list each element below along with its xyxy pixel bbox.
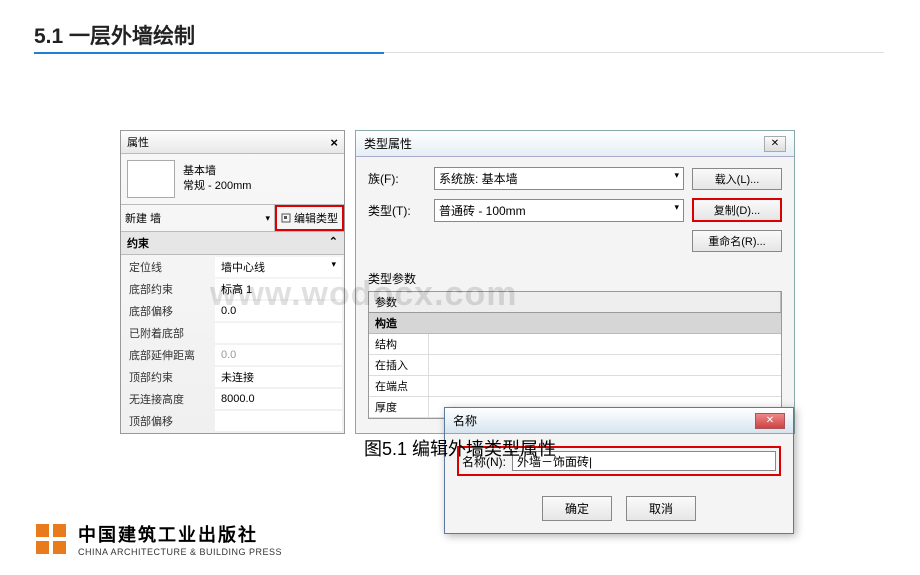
properties-title: 属性: [127, 134, 149, 150]
property-label: 已附着底部: [123, 323, 213, 343]
publisher-logo-icon: [34, 522, 68, 556]
chevron-down-icon: ▾: [331, 259, 336, 275]
property-label: 定位线: [123, 257, 213, 277]
property-label: 无连接高度: [123, 389, 213, 409]
copy-button[interactable]: 复制(D)...: [692, 198, 782, 222]
property-label: 顶部偏移: [123, 411, 213, 431]
param-name: 结构: [369, 334, 429, 354]
property-value[interactable]: 墙中心线▾: [215, 257, 342, 277]
name-dialog: 名称 ✕ 名称(N): 确定 取消: [444, 407, 794, 534]
publisher-footer: 中国建筑工业出版社 CHINA ARCHITECTURE & BUILDING …: [34, 521, 282, 557]
family-label: 族(F):: [368, 170, 426, 187]
edit-type-button[interactable]: 编辑类型: [275, 205, 344, 231]
close-icon[interactable]: ✕: [764, 136, 786, 152]
property-value[interactable]: 8000.0: [215, 389, 342, 409]
param-value[interactable]: [429, 334, 781, 354]
construction-section: 构造: [369, 313, 781, 334]
property-row: 定位线墙中心线▾: [123, 257, 342, 277]
properties-panel: 属性 × 基本墙 常规 - 200mm 新建 墙 ▾ 编辑类型 约束: [120, 130, 345, 434]
grid-row: 在端点: [369, 376, 781, 397]
type-params-grid: 参数 构造 结构在插入在端点厚度 名称 ✕ 名称(N): 确定 取消: [368, 291, 782, 419]
type-thumbnail: [127, 160, 175, 198]
grid-header: 参数: [369, 292, 781, 313]
property-row: 底部偏移0.0: [123, 301, 342, 321]
property-row: 无连接高度8000.0: [123, 389, 342, 409]
type-label: 类型(T):: [368, 202, 426, 219]
chevron-down-icon: ▾: [265, 213, 270, 224]
expand-icon[interactable]: ⌃: [329, 235, 338, 251]
property-value[interactable]: 未连接: [215, 367, 342, 387]
type-dropdown[interactable]: 普通砖 - 100mm▾: [434, 199, 684, 222]
param-value[interactable]: [429, 376, 781, 396]
property-label: 底部约束: [123, 279, 213, 299]
property-row: 顶部约束未连接: [123, 367, 342, 387]
name-dialog-title: 名称: [453, 412, 477, 429]
property-value[interactable]: 0.0: [215, 345, 342, 365]
name-dialog-titlebar: 名称 ✕: [445, 408, 793, 434]
property-label: 底部偏移: [123, 301, 213, 321]
heading-underline: [34, 52, 384, 54]
property-value[interactable]: 标高 1: [215, 279, 342, 299]
section-heading: 5.1 一层外墙绘制: [34, 20, 195, 50]
param-name: 在端点: [369, 376, 429, 396]
type-selector[interactable]: 基本墙 常规 - 200mm: [121, 154, 344, 204]
screenshot-area: 属性 × 基本墙 常规 - 200mm 新建 墙 ▾ 编辑类型 约束: [120, 130, 795, 434]
property-label: 底部延伸距离: [123, 345, 213, 365]
publisher-name-cn: 中国建筑工业出版社: [78, 521, 282, 547]
property-value[interactable]: [215, 411, 342, 431]
chevron-down-icon: ▾: [674, 202, 679, 219]
type-properties-dialog: 类型属性 ✕ 族(F): 系统族: 基本墙▾ 载入(L)... 类型(T): 普…: [355, 130, 795, 434]
property-row: 底部延伸距离0.0: [123, 345, 342, 365]
wall-family: 基本墙: [183, 164, 251, 179]
param-name: 在插入: [369, 355, 429, 375]
dialog-form: 族(F): 系统族: 基本墙▾ 载入(L)... 类型(T): 普通砖 - 10…: [356, 157, 794, 264]
family-dropdown[interactable]: 系统族: 基本墙▾: [434, 167, 684, 190]
cancel-button[interactable]: 取消: [626, 496, 696, 521]
grid-row: 在插入: [369, 355, 781, 376]
properties-toolbar: 新建 墙 ▾ 编辑类型: [121, 204, 344, 232]
property-row: 顶部偏移: [123, 411, 342, 431]
properties-titlebar: 属性 ×: [121, 131, 344, 154]
edit-type-icon: [281, 213, 291, 223]
constraints-section: 约束 ⌃: [121, 232, 344, 255]
chevron-down-icon: ▾: [674, 170, 679, 187]
wall-type: 常规 - 200mm: [183, 179, 251, 194]
close-icon[interactable]: ×: [330, 135, 338, 150]
properties-table: 定位线墙中心线▾底部约束标高 1底部偏移0.0已附着底部底部延伸距离0.0顶部约…: [121, 255, 344, 433]
dialog-title: 类型属性: [364, 135, 412, 152]
property-label: 顶部约束: [123, 367, 213, 387]
ok-button[interactable]: 确定: [542, 496, 612, 521]
property-value[interactable]: 0.0: [215, 301, 342, 321]
param-value[interactable]: [429, 355, 781, 375]
property-row: 底部约束标高 1: [123, 279, 342, 299]
param-name: 厚度: [369, 397, 429, 417]
rename-button[interactable]: 重命名(R)...: [692, 230, 782, 252]
dialog-titlebar: 类型属性 ✕: [356, 131, 794, 157]
load-button[interactable]: 载入(L)...: [692, 168, 782, 190]
figure-caption: 图5.1 编辑外墙类型属性: [0, 435, 920, 461]
close-icon[interactable]: ✕: [755, 413, 785, 429]
property-row: 已附着底部: [123, 323, 342, 343]
type-params-label: 类型参数: [368, 270, 782, 287]
type-text: 基本墙 常规 - 200mm: [183, 164, 251, 195]
grid-row: 结构: [369, 334, 781, 355]
property-value[interactable]: [215, 323, 342, 343]
new-wall-dropdown[interactable]: 新建 墙 ▾: [121, 205, 275, 231]
publisher-name-en: CHINA ARCHITECTURE & BUILDING PRESS: [78, 547, 282, 557]
